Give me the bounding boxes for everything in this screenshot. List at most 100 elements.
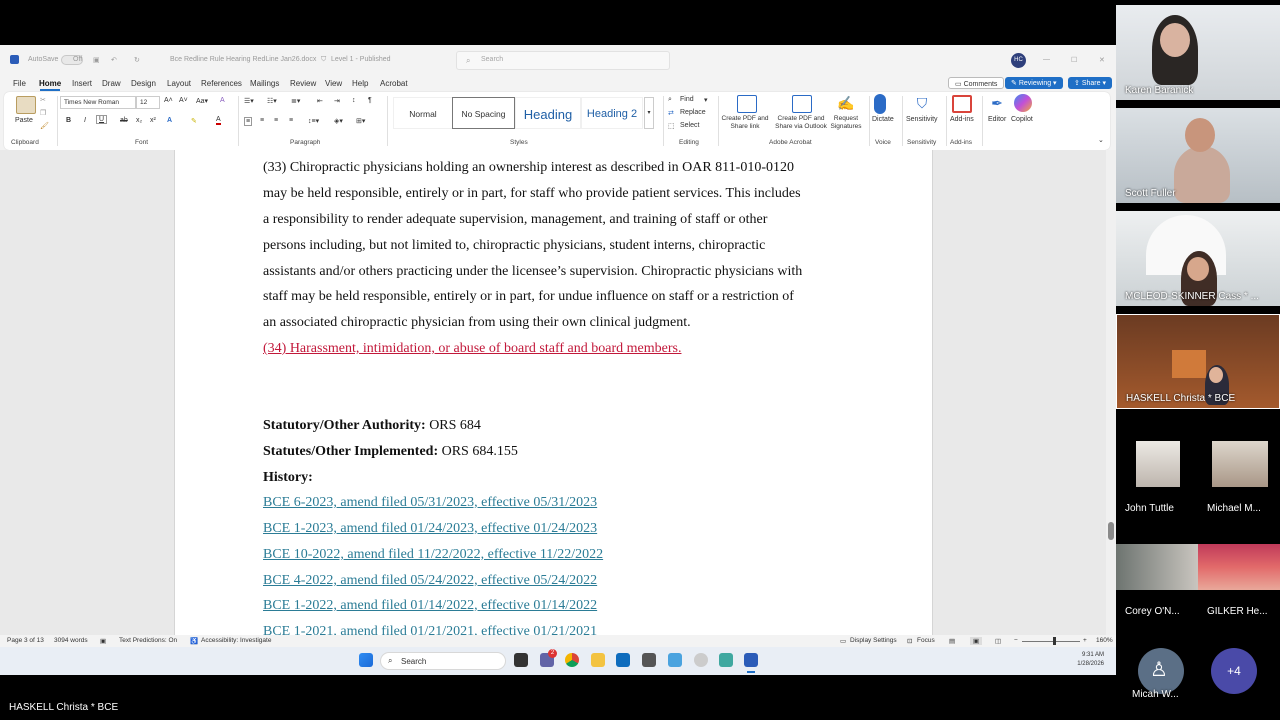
superscript-icon[interactable]: x² — [150, 117, 156, 124]
tab-help[interactable]: Help — [352, 79, 368, 88]
participant-tile[interactable]: Michael M... — [1198, 441, 1280, 518]
editor-icon[interactable]: ✒ — [987, 95, 1007, 113]
bullets-icon[interactable]: ☰▾ — [244, 97, 254, 105]
page-count[interactable]: Page 3 of 13 — [7, 637, 44, 644]
request-signatures-button[interactable]: Request Signatures — [826, 115, 866, 131]
style-normal[interactable]: Normal — [393, 97, 453, 129]
proofing-icon[interactable]: ▣ — [100, 637, 106, 645]
tab-design[interactable]: Design — [131, 79, 156, 88]
participant-tile[interactable]: MCLEOD-SKINNER Cass * ... — [1116, 211, 1280, 306]
clear-format-icon[interactable]: A — [220, 97, 225, 104]
find-icon[interactable]: ⌕ — [668, 96, 672, 104]
undo-icon[interactable]: ↶ — [111, 56, 117, 64]
zoom-out-icon[interactable]: − — [1014, 637, 1018, 644]
tab-home[interactable]: Home — [39, 79, 61, 88]
copy-icon[interactable]: ❐ — [40, 109, 46, 117]
participant-tile[interactable]: Karen Baranick — [1116, 5, 1280, 100]
task-view-icon[interactable] — [514, 653, 528, 667]
styles-gallery-scroll[interactable]: ▾ — [644, 97, 654, 129]
text-predictions[interactable]: Text Predictions: On — [119, 637, 177, 644]
create-pdf-outlook-button[interactable]: Create PDF and Share via Outlook — [772, 115, 830, 131]
align-left-icon[interactable]: ≡ — [244, 117, 253, 126]
addins-icon[interactable] — [952, 95, 972, 113]
italic-icon[interactable]: I — [84, 117, 86, 124]
save-icon[interactable]: ▣ — [93, 56, 100, 64]
replace-icon[interactable]: ⇄ — [668, 109, 674, 117]
tab-draw[interactable]: Draw — [102, 79, 121, 88]
borders-icon[interactable]: ⊞▾ — [356, 117, 365, 125]
collapse-ribbon-icon[interactable]: ⌄ — [1098, 136, 1104, 144]
focus-button[interactable]: Focus — [917, 637, 935, 644]
tab-acrobat[interactable]: Acrobat — [380, 79, 408, 88]
zoom-slider-thumb[interactable] — [1053, 637, 1056, 645]
paste-button[interactable]: Paste — [15, 117, 33, 124]
participant-tile[interactable]: John Tuttle — [1116, 441, 1198, 518]
share-button[interactable]: ⇪ Share ▾ — [1068, 77, 1112, 89]
numbering-icon[interactable]: ☷▾ — [267, 97, 277, 105]
participant-tile[interactable]: Scott Fuller — [1116, 108, 1280, 203]
tab-view[interactable]: View — [325, 79, 342, 88]
zoom-slider[interactable] — [1022, 641, 1080, 642]
minimize-icon[interactable]: — — [1043, 56, 1050, 63]
request-signatures-icon[interactable]: ✍ — [836, 95, 856, 113]
sort-icon[interactable]: ↕ — [352, 97, 356, 104]
shrink-font-icon[interactable]: A˅ — [179, 97, 188, 104]
chrome-icon[interactable] — [565, 653, 579, 667]
cut-icon[interactable]: ✂ — [40, 96, 46, 104]
doc-name[interactable]: Bce Redline Rule Hearing RedLine Jan26.d… — [170, 56, 316, 63]
replace-button[interactable]: Replace — [680, 109, 706, 116]
copilot-button[interactable]: Copilot — [1011, 116, 1033, 123]
font-name-select[interactable]: Times New Roman — [60, 96, 136, 109]
text-effects-icon[interactable]: A — [167, 117, 172, 124]
grow-font-icon[interactable]: A˄ — [164, 97, 173, 104]
bold-icon[interactable]: B — [66, 117, 71, 124]
align-right-icon[interactable]: ≡ — [274, 117, 278, 124]
tab-file[interactable]: File — [13, 79, 26, 88]
justify-icon[interactable]: ≡ — [289, 117, 293, 124]
outlook-icon[interactable] — [616, 653, 630, 667]
style-heading[interactable]: Heading — [515, 97, 581, 129]
history-link[interactable]: BCE 1-2022, amend filed 01/14/2022, effe… — [263, 598, 597, 614]
highlight-icon[interactable]: ✎ — [191, 117, 197, 125]
history-link[interactable]: BCE 1-2021, amend filed 01/21/2021, effe… — [263, 624, 597, 635]
close-icon[interactable]: ✕ — [1099, 56, 1105, 64]
pdf-share-link-icon[interactable] — [737, 95, 757, 113]
paste-icon[interactable] — [16, 96, 36, 114]
history-link[interactable]: BCE 10-2022, amend filed 11/22/2022, eff… — [263, 547, 603, 563]
print-layout-icon[interactable]: ▣ — [970, 637, 983, 645]
notepad-icon[interactable] — [719, 653, 733, 667]
word-count[interactable]: 3094 words — [54, 637, 88, 644]
snipping-tool-icon[interactable] — [668, 653, 682, 667]
style-no-spacing[interactable]: No Spacing — [452, 97, 515, 129]
underline-icon[interactable]: U — [96, 115, 108, 124]
scroll-thumb[interactable] — [1108, 522, 1114, 540]
avatar[interactable]: HC — [1011, 53, 1026, 68]
vertical-scrollbar[interactable] — [1106, 150, 1116, 635]
subscript-icon[interactable]: x₂ — [136, 117, 142, 124]
sensitivity-button[interactable]: Sensitivity — [906, 116, 938, 123]
history-link[interactable]: BCE 1-2023, amend filed 01/24/2023, effe… — [263, 521, 597, 537]
comments-button[interactable]: ▭ Comments — [948, 77, 1005, 89]
style-heading-2[interactable]: Heading 2 — [581, 97, 643, 129]
app-icon[interactable] — [694, 653, 708, 667]
file-explorer-icon[interactable] — [591, 653, 605, 667]
terminal-icon[interactable] — [642, 653, 656, 667]
sensitivity-level[interactable]: Level 1 - Published — [331, 56, 391, 63]
document-page[interactable]: (33) Chiropractic physicians holding an … — [174, 150, 933, 635]
zoom-level[interactable]: 160% — [1096, 637, 1113, 644]
sensitivity-icon[interactable]: ⛉ — [912, 95, 932, 113]
copilot-icon[interactable] — [1014, 94, 1032, 112]
accessibility-status[interactable]: Accessibility: Investigate — [201, 637, 271, 644]
system-clock[interactable]: 9:31 AM 1/28/2026 — [1060, 651, 1104, 669]
create-pdf-share-link-button[interactable]: Create PDF and Share link — [720, 115, 770, 131]
tab-review[interactable]: Review — [290, 79, 316, 88]
line-spacing-icon[interactable]: ↕≡▾ — [308, 117, 319, 125]
web-layout-icon[interactable]: ◫ — [995, 637, 1001, 645]
font-color-icon[interactable]: A — [216, 116, 221, 125]
align-center-icon[interactable]: ≡ — [260, 117, 264, 124]
select-button[interactable]: Select — [680, 122, 699, 129]
shading-icon[interactable]: ◈▾ — [334, 117, 343, 125]
participant-tile[interactable]: GILKER He... — [1198, 544, 1280, 621]
microphone-icon[interactable] — [874, 94, 886, 114]
select-icon[interactable]: ⬚ — [668, 122, 675, 130]
